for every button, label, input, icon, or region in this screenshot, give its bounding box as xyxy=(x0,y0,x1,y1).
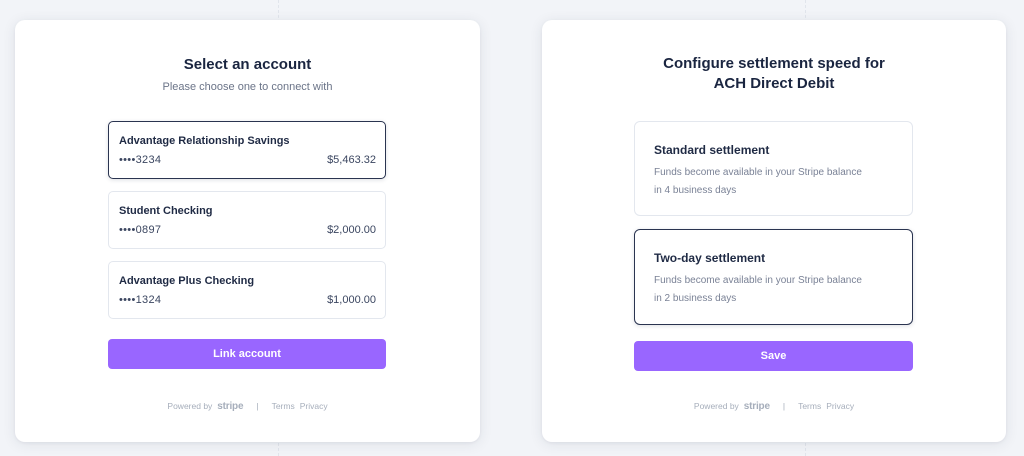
account-number-mask: ••••0897 xyxy=(119,224,162,236)
account-number-mask: ••••3234 xyxy=(119,154,162,166)
account-option-student-checking[interactable]: Student Checking ••••0897 $2,000.00 xyxy=(108,191,386,249)
option-description: Funds become available in your Stripe ba… xyxy=(654,275,862,304)
powered-by-text: Powered by xyxy=(167,401,213,411)
save-button[interactable]: Save xyxy=(634,341,913,371)
account-option-plus-checking[interactable]: Advantage Plus Checking ••••1324 $1,000.… xyxy=(108,261,386,319)
stripe-logo[interactable]: stripe xyxy=(217,401,243,412)
footer-separator: | xyxy=(256,401,259,411)
stage: Select an account Please choose one to c… xyxy=(0,0,1024,456)
option-title: Two-day settlement xyxy=(654,251,766,265)
account-option-savings[interactable]: Advantage Relationship Savings ••••3234 … xyxy=(108,121,386,179)
link-account-button[interactable]: Link account xyxy=(108,339,386,369)
two-day-settlement-option[interactable]: Two-day settlement Funds become availabl… xyxy=(634,229,913,325)
settlement-panel-title-line1: Configure settlement speed for xyxy=(663,55,885,72)
account-panel-subtitle: Please choose one to connect with xyxy=(162,81,333,93)
option-description: Funds become available in your Stripe ba… xyxy=(654,167,862,196)
option-title: Standard settlement xyxy=(654,143,770,157)
footer: Powered by stripe | Terms Privacy xyxy=(542,400,1006,412)
privacy-link[interactable]: Privacy xyxy=(826,401,854,411)
account-number-mask: ••••1324 xyxy=(119,294,162,306)
account-balance: $5,463.32 xyxy=(327,154,376,166)
account-balance: $2,000.00 xyxy=(327,224,376,236)
footer: Powered by stripe | Terms Privacy xyxy=(15,400,480,412)
privacy-link[interactable]: Privacy xyxy=(300,401,328,411)
settlement-panel-title-line2: ACH Direct Debit xyxy=(713,75,835,92)
account-name: Advantage Plus Checking xyxy=(119,275,255,287)
account-panel-title: Select an account xyxy=(183,56,312,73)
account-balance: $1,000.00 xyxy=(327,294,376,306)
terms-link[interactable]: Terms xyxy=(798,401,821,411)
footer-separator: | xyxy=(782,401,786,411)
stripe-logo[interactable]: stripe xyxy=(744,401,770,412)
settlement-speed-card: Configure settlement speed for ACH Direc… xyxy=(542,20,1006,442)
account-selection-card: Select an account Please choose one to c… xyxy=(15,20,480,442)
account-name: Advantage Relationship Savings xyxy=(119,135,290,147)
terms-link[interactable]: Terms xyxy=(272,401,295,411)
standard-settlement-option[interactable]: Standard settlement Funds become availab… xyxy=(634,121,913,216)
powered-by-text: Powered by xyxy=(693,401,739,411)
account-name: Student Checking xyxy=(119,205,213,217)
